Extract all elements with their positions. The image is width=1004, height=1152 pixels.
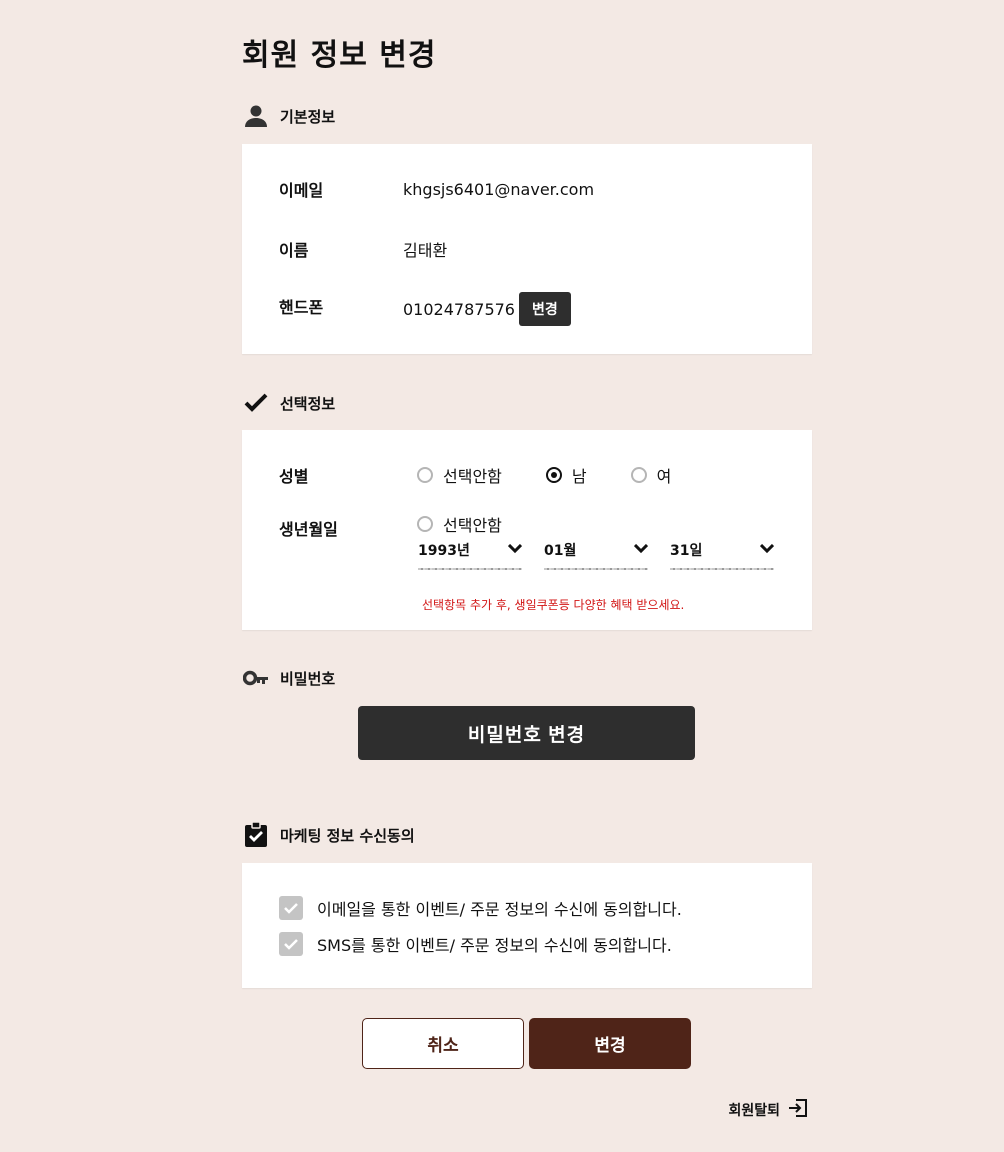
phone-row: 핸드폰 01024787576 변경 — [279, 292, 571, 326]
phone-label: 핸드폰 — [279, 298, 324, 317]
phone-value: 01024787576 — [403, 299, 515, 319]
page-title: 회원 정보 변경 — [242, 38, 437, 73]
birth-year-value: 1993년 — [418, 543, 470, 559]
optional-info-card: 성별 선택안함 남 여 생년월일 선택안함 1993년 01월 31일 선택항목… — [242, 430, 812, 630]
radio-circle[interactable] — [630, 467, 647, 483]
phone-change-button[interactable]: 변경 — [518, 292, 571, 326]
gender-label: 성별 — [279, 467, 309, 486]
password-change-button[interactable]: 비밀번호 변경 — [358, 706, 695, 760]
radio-circle[interactable] — [417, 516, 433, 532]
submit-change-button[interactable]: 변경 — [529, 1018, 691, 1069]
key-icon — [242, 664, 270, 692]
sms-consent-label: SMS를 통한 이벤트/ 주문 정보의 수신에 동의합니다. — [317, 936, 672, 955]
gender-option-male[interactable]: 남 — [545, 463, 587, 487]
name-value: 김태환 — [403, 241, 448, 260]
name-row: 이름 김태환 — [279, 237, 447, 261]
user-icon — [242, 102, 270, 130]
birthday-coupon-notice: 선택항목 추가 후, 생일쿠폰등 다양한 혜택 받으세요. — [422, 598, 685, 612]
email-consent-label: 이메일을 통한 이벤트/ 주문 정보의 수신에 동의합니다. — [317, 900, 682, 919]
basic-info-header: 기본정보 — [242, 102, 335, 130]
email-consent-checkbox[interactable]: 이메일을 통한 이벤트/ 주문 정보의 수신에 동의합니다. — [279, 896, 682, 920]
gender-option-female-label: 여 — [656, 467, 672, 486]
basic-info-heading: 기본정보 — [280, 107, 336, 126]
birth-label: 생년월일 — [279, 520, 338, 539]
checkbox-checked[interactable] — [279, 932, 303, 956]
optional-info-heading: 선택정보 — [280, 394, 336, 413]
birth-day-select[interactable]: 31일 — [670, 540, 775, 570]
select-underline — [670, 568, 774, 570]
sms-consent-checkbox[interactable]: SMS를 통한 이벤트/ 주문 정보의 수신에 동의합니다. — [279, 932, 672, 956]
birth-year-select[interactable]: 1993년 — [418, 540, 523, 570]
select-underline — [544, 568, 648, 570]
check-icon — [242, 389, 270, 417]
email-value: khgsjs6401@naver.com — [403, 179, 595, 199]
withdraw-label: 회원탈퇴 — [728, 1103, 780, 1119]
name-label: 이름 — [279, 241, 309, 260]
birth-month-select[interactable]: 01월 — [544, 540, 649, 570]
marketing-heading: 마케팅 정보 수신동의 — [280, 826, 415, 845]
birth-day-value: 31일 — [670, 543, 703, 559]
gender-option-none[interactable]: 선택안함 — [417, 463, 502, 487]
chevron-down-icon — [507, 542, 523, 558]
password-header: 비밀번호 — [242, 664, 335, 692]
birth-option-none-label: 선택안함 — [443, 516, 502, 535]
marketing-header: 마케팅 정보 수신동의 — [242, 821, 415, 849]
radio-circle[interactable] — [417, 467, 433, 483]
marketing-card: 이메일을 통한 이벤트/ 주문 정보의 수신에 동의합니다. SMS를 통한 이… — [242, 863, 812, 988]
chevron-down-icon — [633, 542, 649, 558]
birth-month-value: 01월 — [544, 543, 577, 559]
birth-row: 생년월일 선택안함 — [279, 508, 546, 540]
gender-row: 성별 선택안함 남 여 — [279, 463, 715, 487]
clipboard-check-icon — [242, 821, 270, 849]
gender-option-female[interactable]: 여 — [630, 463, 672, 487]
chevron-down-icon — [759, 542, 775, 558]
email-row: 이메일 khgsjs6401@naver.com — [279, 177, 594, 201]
birth-option-none[interactable]: 선택안함 — [417, 512, 502, 536]
gender-option-male-label: 남 — [571, 467, 587, 486]
sign-out-icon — [788, 1098, 808, 1122]
withdraw-link[interactable]: 회원탈퇴 — [728, 1098, 808, 1122]
select-underline — [418, 568, 522, 570]
optional-info-header: 선택정보 — [242, 389, 335, 417]
cancel-button[interactable]: 취소 — [362, 1018, 524, 1069]
email-label: 이메일 — [279, 181, 324, 200]
gender-option-none-label: 선택안함 — [443, 467, 502, 486]
radio-circle-selected[interactable] — [545, 467, 562, 483]
password-heading: 비밀번호 — [280, 669, 336, 688]
basic-info-card: 이메일 khgsjs6401@naver.com 이름 김태환 핸드폰 0102… — [242, 144, 812, 354]
checkbox-checked[interactable] — [279, 896, 303, 920]
